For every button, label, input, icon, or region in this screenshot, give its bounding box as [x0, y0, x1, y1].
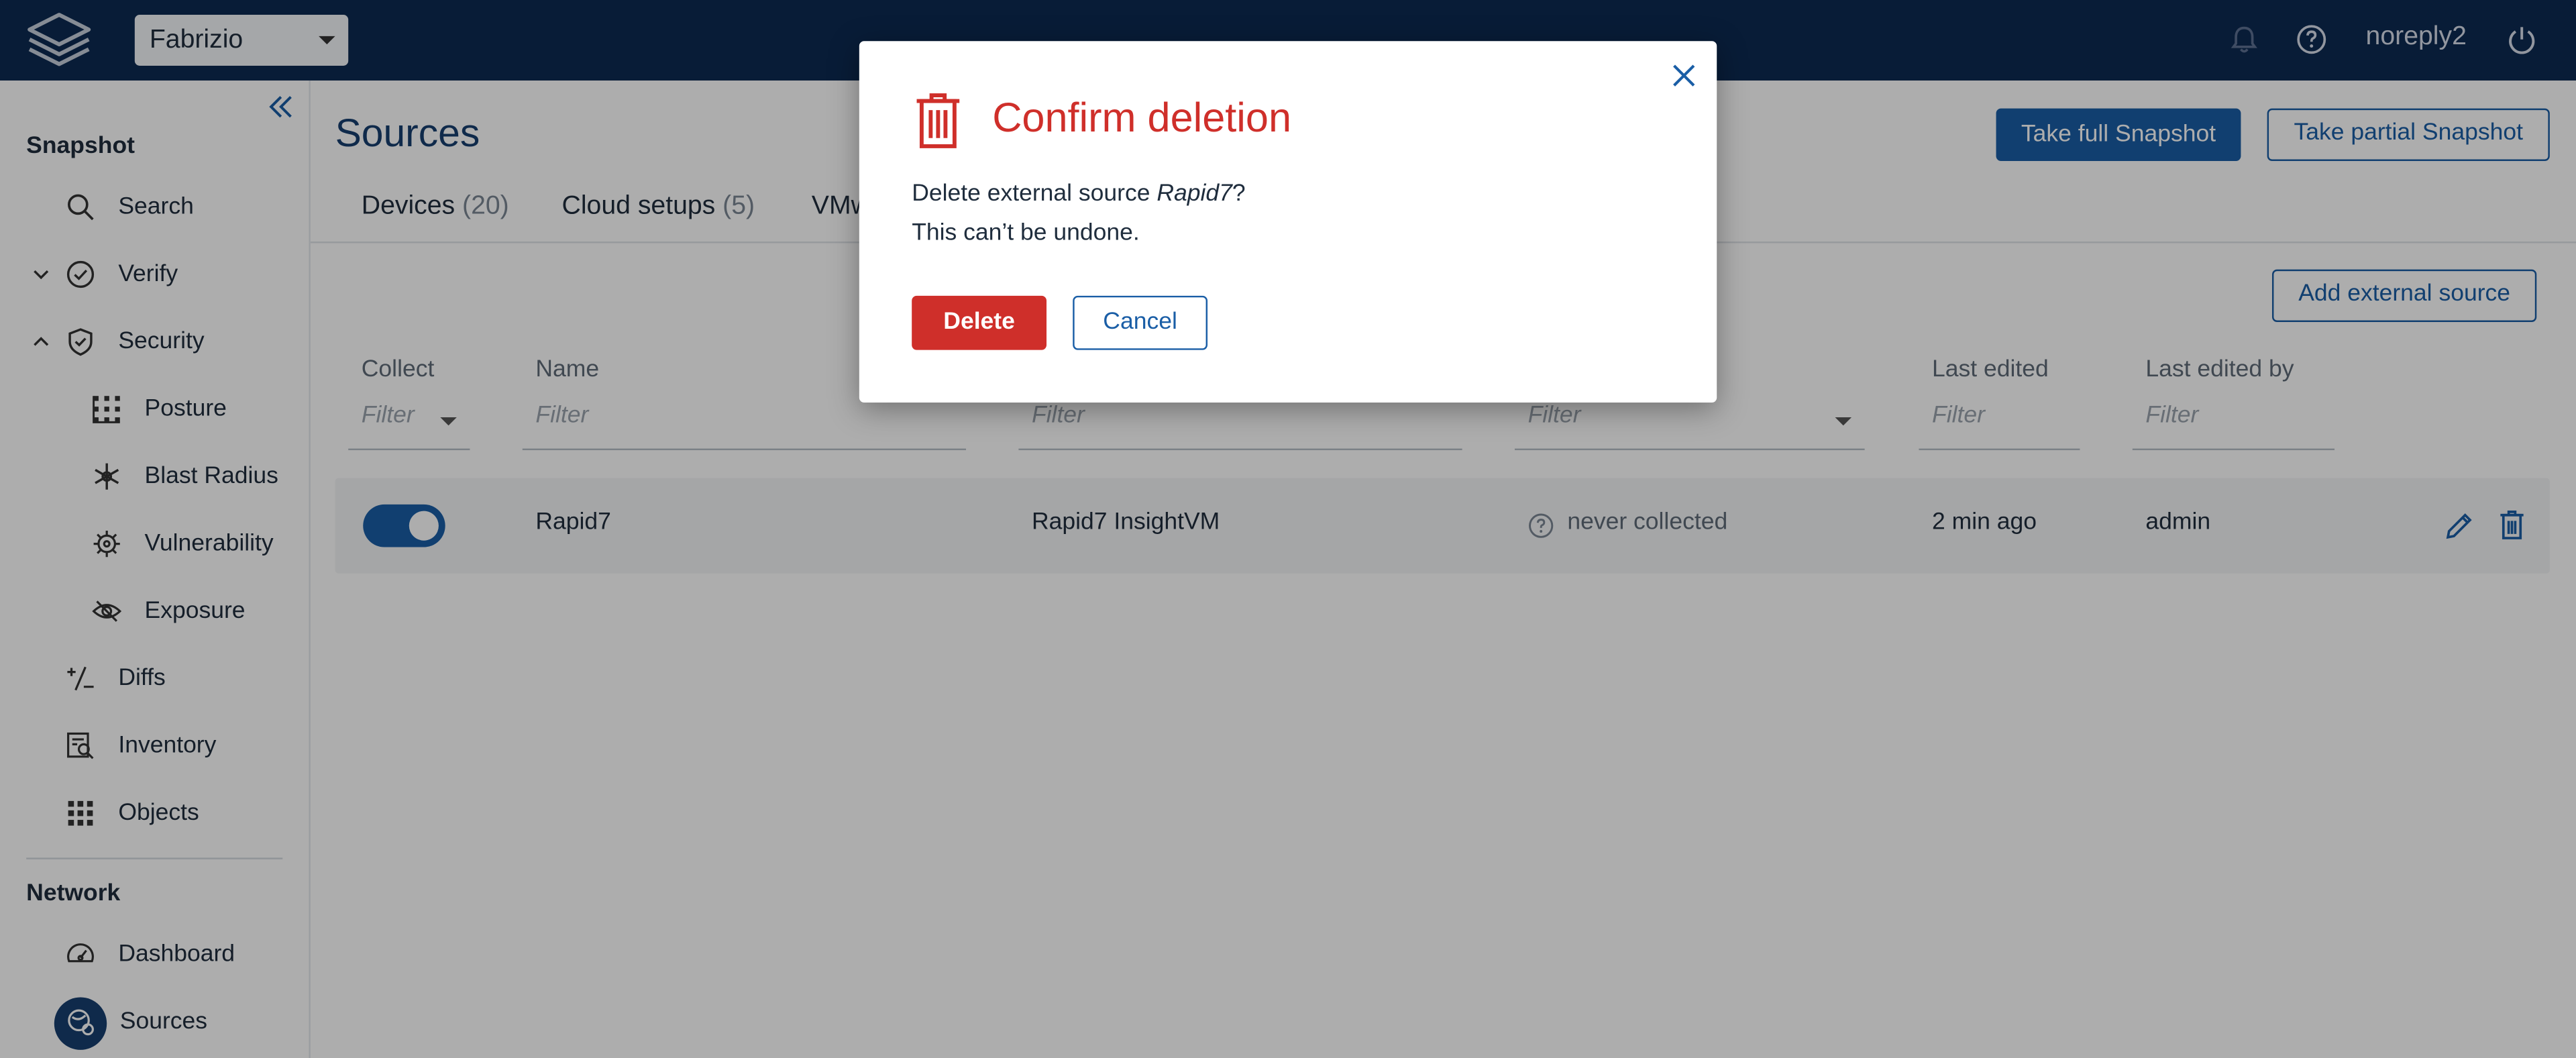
dialog-warning: This can’t be undone.	[912, 220, 1140, 247]
dialog-message-prefix: Delete external source	[912, 180, 1157, 207]
dialog-source-name: Rapid7	[1157, 180, 1232, 207]
dialog-title: Confirm deletion	[992, 95, 1291, 142]
dialog-message-suffix: ?	[1232, 180, 1246, 207]
trash-icon	[916, 93, 960, 148]
cancel-button[interactable]: Cancel	[1073, 295, 1208, 350]
delete-button[interactable]: Delete	[912, 295, 1047, 350]
dialog-message: Delete external source Rapid7?	[912, 180, 1245, 207]
close-icon[interactable]	[1671, 62, 1697, 89]
confirm-deletion-dialog: Confirm deletion Delete external source …	[859, 41, 1717, 403]
